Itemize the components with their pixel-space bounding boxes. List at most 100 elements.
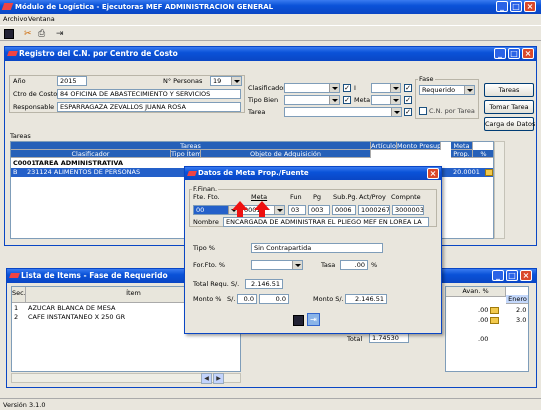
grid-header-articulo: Artículo — [371, 142, 397, 150]
chevron-down-icon[interactable] — [231, 77, 241, 85]
forfto-combo[interactable] — [251, 260, 303, 270]
resp-field[interactable]: ESPARRAGAZA ZEVALLOS JUANA ROSA — [57, 102, 241, 112]
personas-label: N° Personas — [163, 77, 203, 85]
monto-field-2[interactable]: 0.0 — [259, 294, 289, 304]
grid-header-tareas: Tareas — [11, 142, 371, 150]
meta-label: Meta — [354, 96, 371, 104]
tasa-unit: % — [371, 261, 378, 269]
list-item-sec: 1 — [14, 304, 19, 312]
tipo-check[interactable]: ✓ — [343, 96, 351, 104]
monto-field-1[interactable]: 0.0 — [237, 294, 257, 304]
chevron-down-icon[interactable] — [329, 96, 339, 104]
dialog-close-button[interactable]: × — [427, 168, 439, 179]
tareas-scrollbar[interactable] — [494, 141, 505, 239]
meta-combo[interactable] — [371, 95, 401, 105]
minimize-button[interactable]: _ — [496, 1, 508, 12]
i-combo[interactable] — [371, 83, 401, 93]
lista-minimize-button[interactable]: _ — [492, 270, 504, 281]
close-button[interactable]: × — [524, 1, 536, 12]
tipo-pct-field[interactable]: Sin Contrapartida — [251, 243, 383, 253]
tomar-tarea-button[interactable]: Tomar Tarea — [484, 100, 534, 114]
pg-label: Pg — [313, 193, 322, 201]
tarea-check[interactable]: ✓ — [404, 108, 412, 116]
exit-icon[interactable]: ⇥ — [56, 29, 66, 39]
registro-title-bar: Registro del C.N. por Centro de Costo _ … — [5, 47, 536, 61]
chevron-down-icon[interactable] — [274, 206, 284, 214]
registro-maximize-button[interactable]: □ — [508, 48, 520, 59]
fun-label: Fun — [290, 193, 302, 201]
personas-value: 19 — [213, 77, 222, 85]
cn-label: C.N. por Tarea — [429, 107, 475, 115]
lista-icon — [9, 273, 20, 278]
personas-combo[interactable]: 19 — [210, 76, 242, 86]
folder-icon[interactable] — [485, 169, 493, 176]
compnte-label: Compnte — [391, 193, 421, 201]
chevron-down-icon[interactable] — [292, 261, 302, 269]
menu-archivo[interactable]: Archivo — [3, 15, 27, 23]
chevron-down-icon[interactable] — [390, 84, 400, 92]
totalreq-field[interactable]: 2.146.51 — [245, 279, 283, 289]
exit-icon[interactable]: ⇥ — [307, 313, 320, 326]
list-item-pct: .00 — [478, 306, 489, 314]
monto-s-label: S/. — [227, 295, 236, 303]
registro-minimize-button[interactable]: _ — [494, 48, 506, 59]
tools-icon[interactable]: ✂ — [24, 29, 34, 39]
folder-icon[interactable] — [490, 317, 499, 324]
scroll-left-icon[interactable]: ◀ — [201, 373, 212, 384]
ano-field[interactable]: 2015 — [57, 76, 87, 86]
compnte-field[interactable]: 3000003 — [392, 205, 424, 215]
dialog-icon — [187, 171, 197, 176]
tareas-button[interactable]: Tareas — [484, 83, 534, 97]
tasa-field[interactable]: .00 — [340, 260, 368, 270]
grid-header-objeto: Objeto de Adquisición — [201, 150, 371, 158]
tarea-label: Tarea — [248, 108, 266, 116]
lista-maximize-button[interactable]: □ — [506, 270, 518, 281]
menu-ventana[interactable]: Ventana — [28, 15, 55, 23]
clasif-check[interactable]: ✓ — [343, 84, 351, 92]
fase-combo[interactable]: Requerido — [419, 85, 475, 95]
list-item-sec: 2 — [14, 313, 19, 321]
lista-close-button[interactable]: × — [520, 270, 532, 281]
status-version: Versión 3.1.0 — [3, 401, 46, 409]
chevron-down-icon[interactable] — [391, 108, 401, 116]
pg-field[interactable]: 003 — [308, 205, 330, 215]
subpg-field[interactable]: 0006 — [332, 205, 356, 215]
registro-close-button[interactable]: × — [522, 48, 534, 59]
chevron-down-icon[interactable] — [464, 86, 474, 94]
fun-field[interactable]: 03 — [288, 205, 306, 215]
tarea-combo[interactable] — [284, 107, 402, 117]
grid-header-pct: % — [473, 150, 493, 158]
grid-header-tipo: Tipo Ítem — [171, 150, 201, 158]
fte-value: 00 — [196, 206, 205, 214]
row-value: 20.0001 — [453, 168, 480, 176]
resp-label: Responsable — [13, 103, 55, 111]
lista-header-pct: Avan. % — [446, 287, 506, 297]
folder-icon[interactable] — [490, 307, 499, 314]
app-icon — [1, 3, 14, 10]
total-field[interactable]: 1.74530 — [369, 333, 409, 343]
chevron-down-icon[interactable] — [390, 96, 400, 104]
tipo-combo[interactable] — [284, 95, 340, 105]
meta-col-label: Meta — [251, 193, 268, 201]
save-icon[interactable] — [293, 315, 304, 326]
centro-field[interactable]: 84 OFICINA DE ABASTECIMIENTO Y SERVICIOS — [57, 89, 241, 99]
ano-label: Año — [13, 77, 26, 85]
clasif-label: Clasificador — [248, 84, 286, 92]
maximize-button[interactable]: □ — [510, 1, 522, 12]
carga-datos-button[interactable]: Carga de Datos — [484, 117, 535, 131]
cn-check[interactable] — [419, 107, 427, 115]
i-check[interactable]: ✓ — [404, 84, 412, 92]
list-item-pct: .00 — [478, 316, 489, 324]
list-item-enero: 2.0 — [516, 306, 527, 314]
clasif-combo[interactable] — [284, 83, 340, 93]
scroll-right-icon[interactable]: ▶ — [213, 373, 224, 384]
print-icon[interactable]: ⎙ — [38, 29, 48, 39]
meta-check[interactable]: ✓ — [404, 96, 412, 104]
lista-header-sec: Sec. — [12, 287, 26, 303]
monto-field-3[interactable]: 2.146.51 — [345, 294, 387, 304]
chevron-down-icon[interactable] — [329, 84, 339, 92]
row-code: B — [13, 168, 18, 176]
save-icon[interactable] — [4, 29, 14, 39]
actproy-field[interactable]: 1000267 — [358, 205, 390, 215]
nombre-field[interactable]: ENCARGADA DE ADMINISTRAR EL PLIEGO MEF E… — [223, 217, 429, 227]
